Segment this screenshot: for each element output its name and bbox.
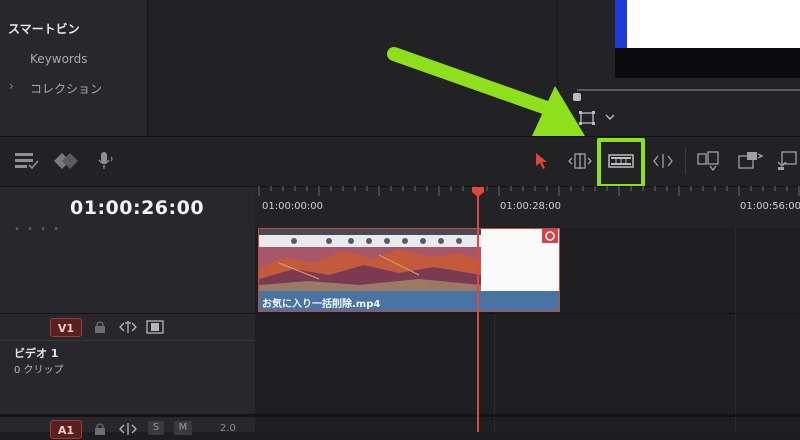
blade-edit-icon[interactable] [652,152,674,170]
smart-bin-collection[interactable]: コレクション [30,80,102,97]
lock-icon[interactable] [94,320,106,334]
smart-bin-header: スマートビン [8,22,80,36]
trim-edit-icon[interactable] [566,151,594,171]
track-divider [0,313,800,314]
film-strip-icon[interactable] [146,320,164,334]
playhead-line[interactable] [477,195,479,432]
microphone-icon[interactable] [96,151,116,171]
track-divider [0,414,800,417]
timeline-view-options-icon[interactable] [14,151,42,171]
a1-volume[interactable]: 2.0 [220,423,236,434]
track-header-divider [0,340,255,341]
grid-line [735,228,736,432]
current-timecode[interactable]: 01:00:26:00 [70,197,204,219]
replace-clip-icon[interactable] [776,150,800,172]
solo-button[interactable]: S [148,421,164,435]
selection-pointer-icon[interactable] [534,152,550,170]
a1-track-label[interactable]: A1 [50,420,82,439]
marker-diamonds-icon[interactable] [54,152,82,170]
clip-filename: お気に入り一括削除.mp4 [262,299,381,310]
v1-track-label[interactable]: V1 [50,318,82,337]
ruler-ticks [258,186,800,196]
ruler-label: 01:00:56:00 [740,201,800,212]
lock-icon[interactable] [94,422,106,436]
retime-icon [542,229,558,243]
playhead-handle[interactable] [471,186,485,198]
clip-thumbnail [259,229,481,291]
v1-track-name[interactable]: ビデオ 1 [14,345,58,361]
viewer-preview-image [627,0,800,48]
overwrite-clip-icon[interactable] [738,150,764,172]
v1-clip-count: 0 クリップ [14,365,64,376]
auto-select-icon[interactable] [119,320,137,334]
ruler-label: 01:00:00:00 [262,201,324,212]
chevron-right-icon[interactable]: › [9,79,14,93]
mute-button[interactable]: M [174,421,192,435]
insert-clip-icon[interactable] [697,150,725,172]
track-dots: • • • • [14,224,62,235]
annotation-arrow [387,47,585,136]
auto-select-icon[interactable] [119,422,137,436]
smart-bin-keywords[interactable]: Keywords [30,52,88,66]
ruler-label: 01:00:28:00 [500,201,562,212]
toolbar-separator [685,148,686,174]
